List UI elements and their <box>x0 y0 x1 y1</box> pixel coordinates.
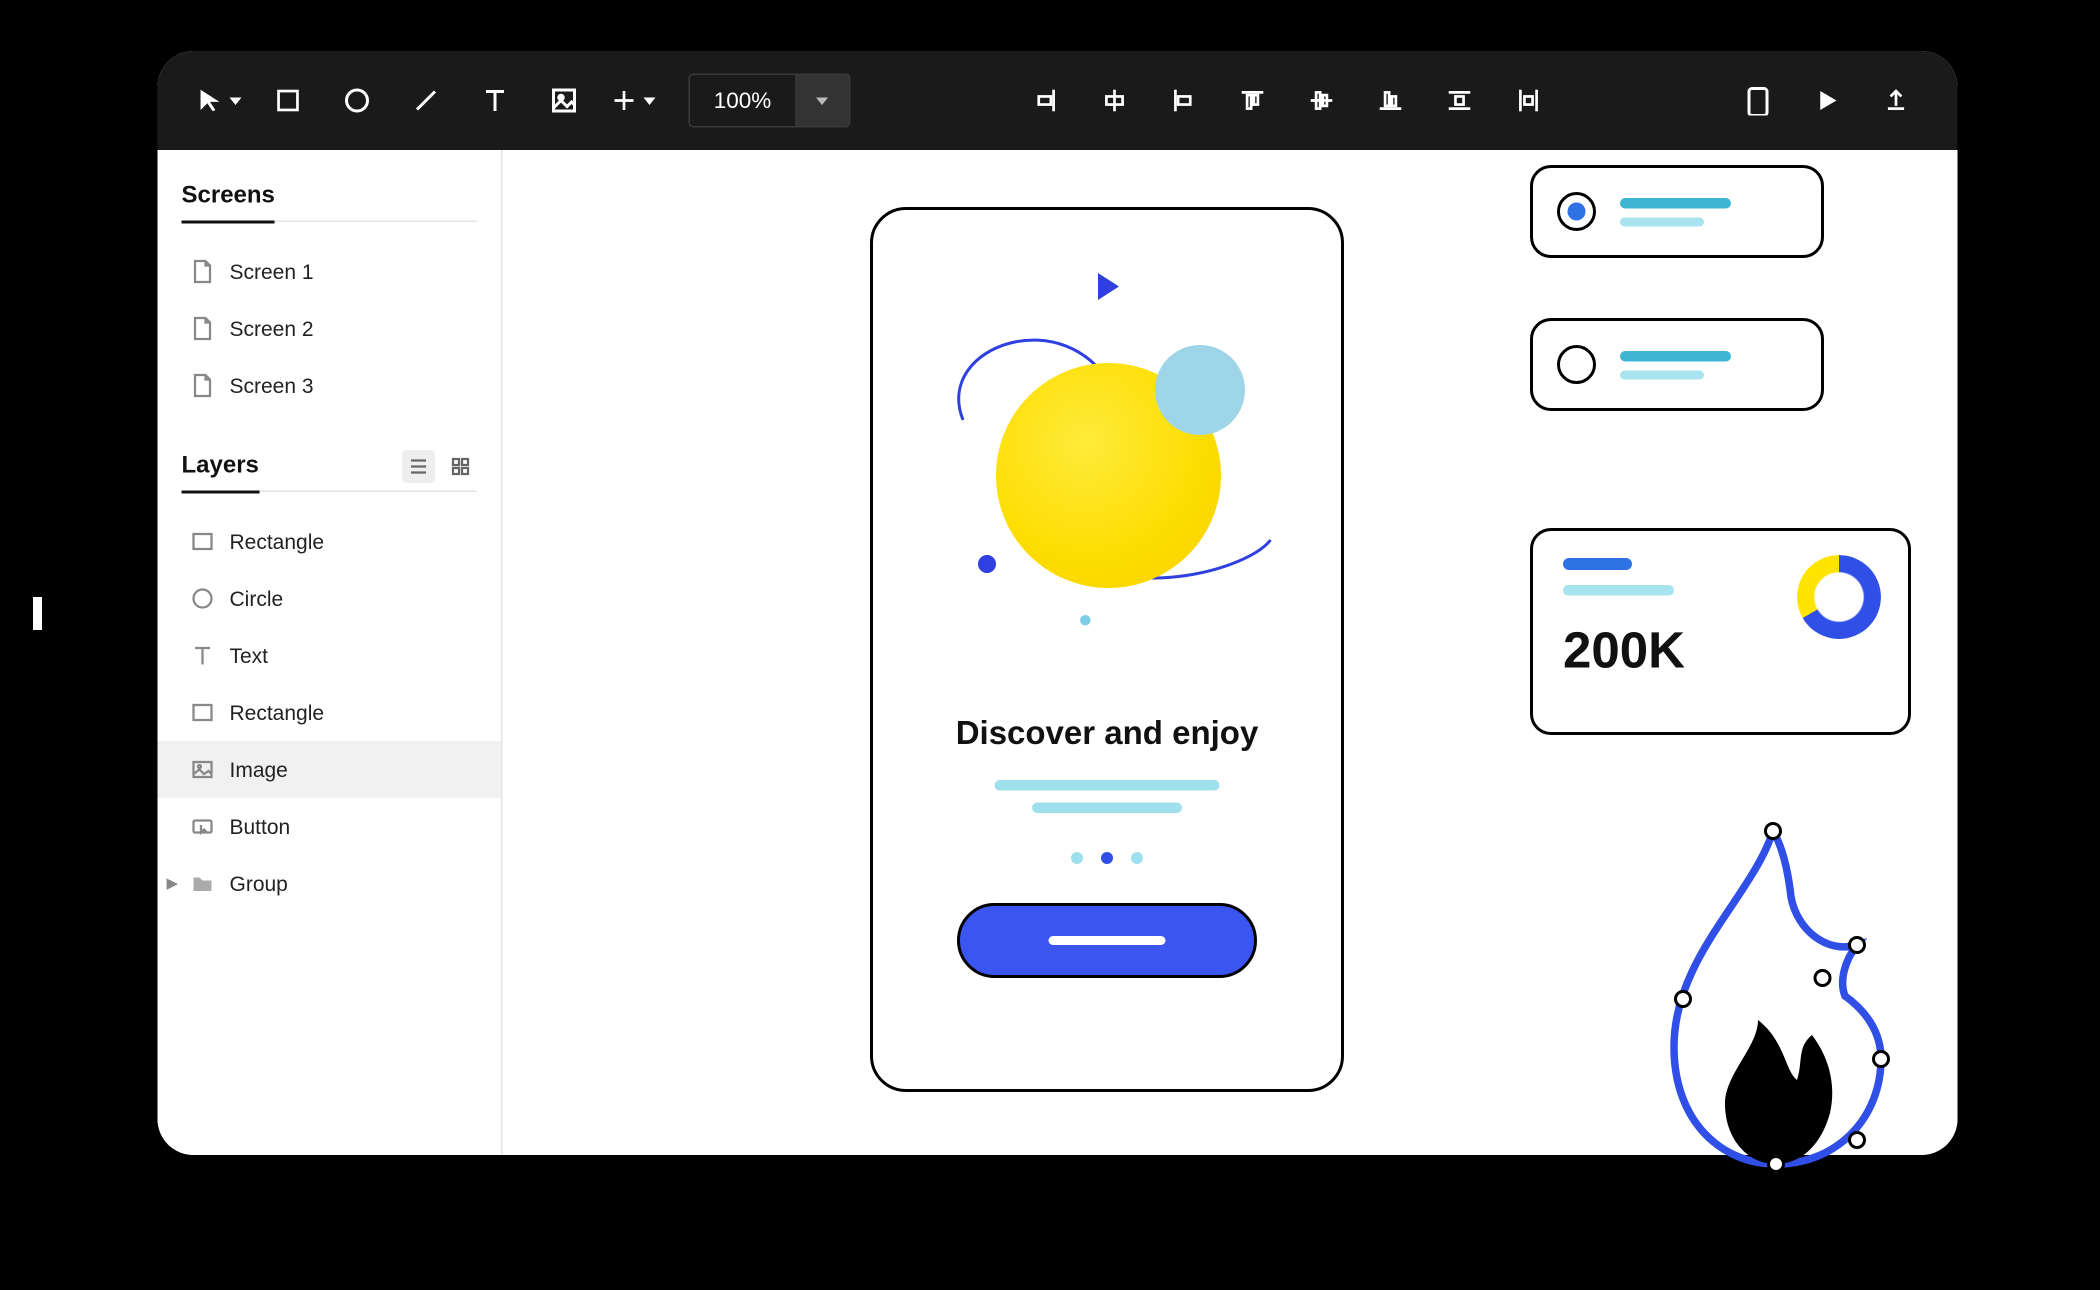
option-text <box>1620 350 1731 379</box>
vector-node[interactable] <box>1850 1133 1865 1148</box>
vector-node[interactable] <box>1815 971 1830 986</box>
screen-label: Screen 3 <box>230 374 314 398</box>
top-toolbar: 100% <box>158 51 1958 150</box>
page-dots[interactable] <box>1071 852 1143 864</box>
blue-dot <box>978 555 996 573</box>
list-view-icon[interactable] <box>402 449 435 482</box>
vector-node[interactable] <box>1874 1052 1889 1067</box>
layer-item-circle[interactable]: Circle <box>158 570 502 627</box>
layer-label: Image <box>230 758 288 782</box>
screen-label: Screen 2 <box>230 317 314 341</box>
text-placeholder <box>995 780 1220 791</box>
play-icon[interactable] <box>1793 66 1862 135</box>
option-text <box>1620 197 1731 226</box>
layer-item-image[interactable]: Image <box>158 741 502 798</box>
layer-label: Rectangle <box>230 530 325 554</box>
align-right-icon[interactable] <box>1011 66 1080 135</box>
page-icon <box>191 260 215 284</box>
lightblue-circle <box>1155 345 1245 435</box>
align-v-center-icon[interactable] <box>1287 66 1356 135</box>
ellipse-tool[interactable] <box>323 66 392 135</box>
mockup-headline: Discover and enjoy <box>956 714 1259 753</box>
circle-icon <box>191 587 215 611</box>
grid-view-icon[interactable] <box>444 449 477 482</box>
tools-right <box>1724 66 1931 135</box>
add-tool[interactable] <box>599 66 668 135</box>
text-placeholder <box>1032 803 1182 814</box>
layers-header: Layers <box>182 441 478 492</box>
text-icon <box>191 644 215 668</box>
folder-icon <box>191 872 215 896</box>
layer-item-text[interactable]: Text <box>158 627 502 684</box>
device-preview-icon[interactable] <box>1724 66 1793 135</box>
vector-node[interactable] <box>1769 1157 1784 1172</box>
rect-icon <box>191 530 215 554</box>
tools-left <box>185 66 668 135</box>
illustration <box>873 255 1341 705</box>
play-triangle-icon <box>1098 273 1119 300</box>
screen-item[interactable]: Screen 1 <box>158 243 502 300</box>
layers-list: Rectangle Circle Text Rectangle Image <box>158 504 502 939</box>
screen-label: Screen 1 <box>230 260 314 284</box>
radio-selected-icon[interactable] <box>1557 192 1596 231</box>
align-group <box>1011 66 1563 135</box>
layer-item-rectangle[interactable]: Rectangle <box>158 684 502 741</box>
chevron-right-icon[interactable]: ▶ <box>167 875 179 892</box>
radio-icon[interactable] <box>1557 345 1596 384</box>
page-dot[interactable] <box>1131 852 1143 864</box>
page-icon <box>191 374 215 398</box>
zoom-value[interactable]: 100% <box>690 88 795 114</box>
vector-node[interactable] <box>1676 992 1691 1007</box>
option-card[interactable] <box>1530 318 1824 411</box>
vector-node[interactable] <box>1766 824 1781 839</box>
cta-button[interactable] <box>957 903 1257 978</box>
align-h-center-icon[interactable] <box>1080 66 1149 135</box>
screens-header: Screens <box>182 171 478 222</box>
option-card-selected[interactable] <box>1530 165 1824 258</box>
vector-shape-selected[interactable] <box>1647 822 1902 1176</box>
zoom-dropdown[interactable] <box>795 75 849 126</box>
rect-icon <box>191 701 215 725</box>
image-icon <box>191 758 215 782</box>
screens-list: Screen 1 Screen 2 Screen 3 <box>158 234 502 441</box>
screens-title: Screens <box>182 182 275 209</box>
screen-item[interactable]: Screen 3 <box>158 357 502 414</box>
page-dot[interactable] <box>1071 852 1083 864</box>
layer-label: Circle <box>230 587 284 611</box>
phone-mockup[interactable]: Discover and enjoy <box>870 207 1344 1092</box>
layer-label: Text <box>230 644 269 668</box>
button-icon <box>191 815 215 839</box>
cursor-tick <box>33 597 42 630</box>
rectangle-tool[interactable] <box>254 66 323 135</box>
zoom-control[interactable]: 100% <box>689 74 851 128</box>
sidebar: Screens Screen 1 Screen 2 Screen 3 Layer… <box>158 150 503 1155</box>
distribute-h-icon[interactable] <box>1494 66 1563 135</box>
layers-title: Layers <box>182 452 259 479</box>
layer-label: Group <box>230 872 288 896</box>
donut-chart-icon <box>1797 555 1881 639</box>
text-tool[interactable] <box>461 66 530 135</box>
page-icon <box>191 317 215 341</box>
stat-card[interactable]: 200K <box>1530 528 1911 735</box>
layer-item-button[interactable]: Button <box>158 798 502 855</box>
layer-item-rectangle[interactable]: Rectangle <box>158 513 502 570</box>
image-tool[interactable] <box>530 66 599 135</box>
select-tool[interactable] <box>185 66 254 135</box>
distribute-v-icon[interactable] <box>1425 66 1494 135</box>
layer-item-group[interactable]: ▶ Group <box>158 855 502 912</box>
align-top-icon[interactable] <box>1218 66 1287 135</box>
upload-icon[interactable] <box>1862 66 1931 135</box>
small-dot <box>1080 615 1091 626</box>
layer-label: Button <box>230 815 291 839</box>
align-left-icon[interactable] <box>1149 66 1218 135</box>
line-tool[interactable] <box>392 66 461 135</box>
align-bottom-icon[interactable] <box>1356 66 1425 135</box>
page-dot-current[interactable] <box>1101 852 1113 864</box>
vector-node[interactable] <box>1850 938 1865 953</box>
screen-item[interactable]: Screen 2 <box>158 300 502 357</box>
layer-label: Rectangle <box>230 701 325 725</box>
